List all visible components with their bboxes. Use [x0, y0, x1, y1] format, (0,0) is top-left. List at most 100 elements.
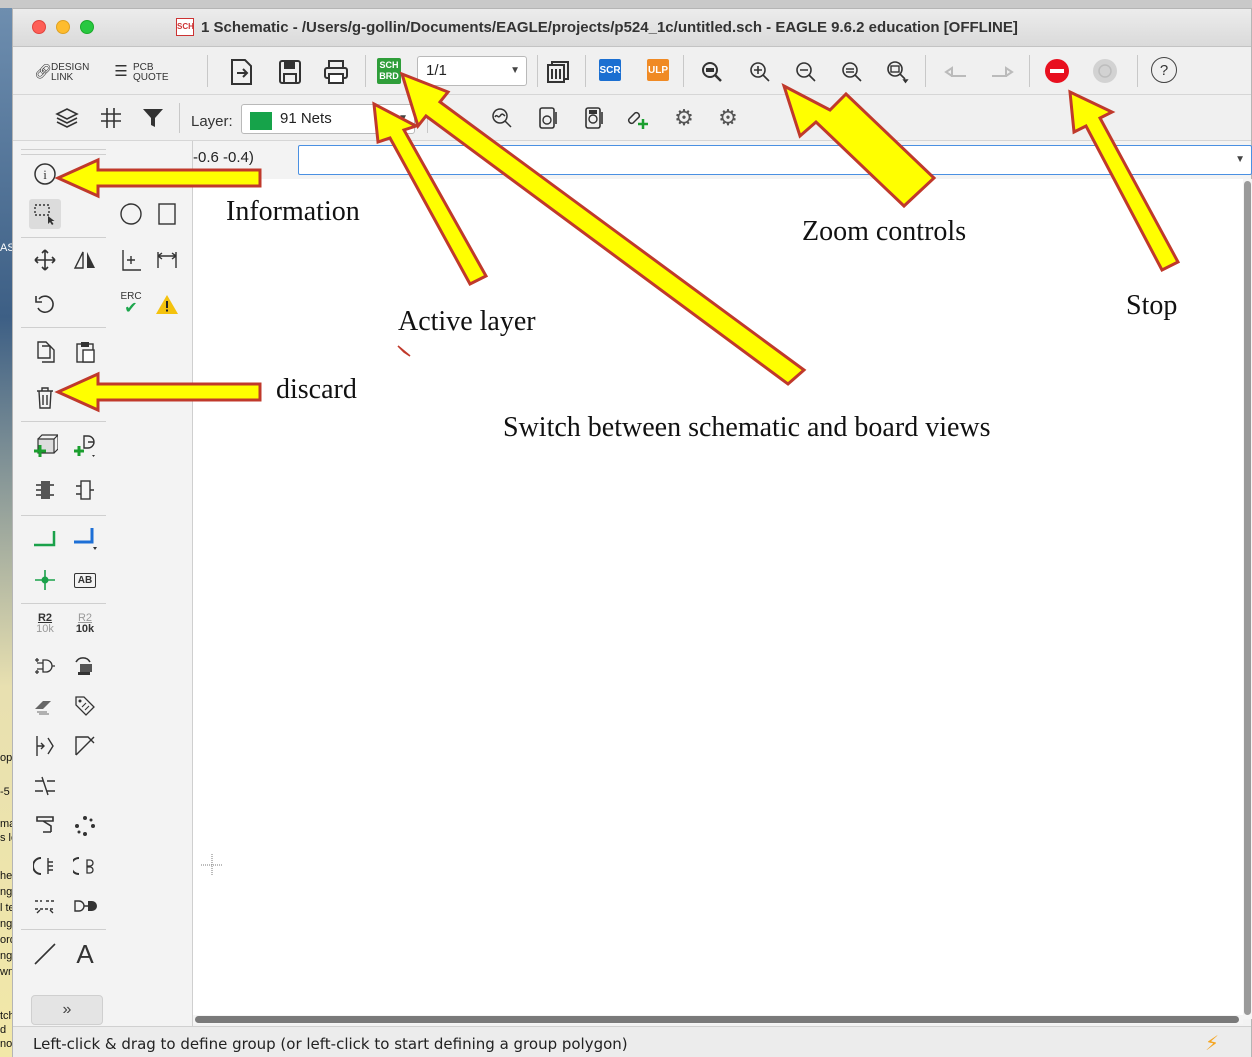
- rotate-icon[interactable]: [29, 289, 61, 319]
- probe-settings-icon[interactable]: [579, 103, 609, 133]
- main-toolbar: 🔗︎ DESIGN LINK ☰ PCB QUOTE SCH BRD 1/1 ▼…: [13, 47, 1251, 95]
- erc-button[interactable]: ERC ✔: [115, 289, 147, 319]
- desktop-background: [0, 0, 12, 1057]
- probe-icon[interactable]: [533, 103, 563, 133]
- lightning-icon[interactable]: ⚡︎: [1205, 1031, 1219, 1056]
- toolbar-separator: [1029, 55, 1030, 87]
- open-icon[interactable]: [225, 55, 259, 89]
- smash-icon[interactable]: [69, 651, 101, 681]
- sheet-select-value: 1/1: [426, 62, 447, 79]
- design-link-button[interactable]: DESIGN LINK: [51, 63, 89, 83]
- move-icon[interactable]: [29, 245, 61, 275]
- help-button[interactable]: ?: [1151, 57, 1177, 83]
- warning-icon[interactable]: [151, 289, 183, 319]
- parameter-toolbar: Layer: 91 Nets ▼ ⚙ ⚙: [13, 95, 1251, 141]
- split-icon[interactable]: [29, 771, 61, 801]
- gate-swap-icon[interactable]: [69, 851, 101, 881]
- pin-swap-icon[interactable]: [29, 651, 61, 681]
- check-icon: ✔: [124, 300, 138, 317]
- pcb-quote-button[interactable]: PCB QUOTE: [133, 63, 169, 83]
- vertical-scrollbar[interactable]: [1243, 179, 1252, 1019]
- junction-icon[interactable]: [29, 565, 61, 595]
- sheet-select[interactable]: 1/1 ▼: [417, 56, 527, 86]
- script-button[interactable]: SCR: [599, 59, 621, 81]
- layer-select[interactable]: 91 Nets ▼: [241, 104, 415, 134]
- zoom-out-icon[interactable]: [789, 55, 823, 89]
- title-bar[interactable]: SCH 1 Schematic - /Users/g-gollin/Docume…: [13, 9, 1251, 47]
- attribute-icon[interactable]: [29, 691, 61, 721]
- zoom-window-button[interactable]: [80, 20, 94, 34]
- ripup-icon[interactable]: [29, 891, 61, 921]
- simulate-icon[interactable]: [487, 103, 517, 133]
- grid-icon[interactable]: [95, 103, 127, 133]
- go-icon[interactable]: [1091, 57, 1119, 85]
- schematic-canvas[interactable]: [193, 179, 1243, 1022]
- layer-select-value: 91 Nets: [280, 110, 332, 127]
- optimize-icon[interactable]: [29, 811, 61, 841]
- value-tool-button[interactable]: R2 10k: [69, 609, 101, 639]
- group-select-icon[interactable]: [29, 199, 61, 229]
- label-tool-button[interactable]: AB: [69, 565, 101, 595]
- info-icon[interactable]: i: [29, 159, 61, 189]
- name-tool-button[interactable]: R2 10k: [29, 609, 61, 639]
- horizontal-scroll-thumb[interactable]: [195, 1016, 1239, 1023]
- chevron-down-icon: ▼: [510, 65, 520, 76]
- mirror-icon[interactable]: [69, 245, 101, 275]
- lock-swap-icon[interactable]: [29, 851, 61, 881]
- settings-gear-alt-icon[interactable]: ⚙: [713, 103, 743, 133]
- circle-tool-icon[interactable]: [115, 199, 147, 229]
- copy-icon[interactable]: [29, 337, 61, 367]
- horizontal-scrollbar[interactable]: [193, 1015, 1243, 1024]
- toolbar-separator: [365, 55, 366, 87]
- undo-icon[interactable]: [939, 55, 973, 89]
- delete-trash-icon[interactable]: [29, 383, 61, 413]
- tool-palette: i ERC ✔ AB R2 10k R2 10k A »: [13, 141, 193, 1057]
- palette-separator: [21, 237, 106, 238]
- paste-icon[interactable]: [69, 337, 101, 367]
- route-airwire-icon[interactable]: [69, 811, 101, 841]
- save-icon[interactable]: [273, 55, 307, 89]
- invoke-icon[interactable]: [69, 475, 101, 505]
- expand-palette-button[interactable]: »: [31, 995, 103, 1025]
- gateswap-icon[interactable]: [29, 731, 61, 761]
- window-title: 1 Schematic - /Users/g-gollin/Documents/…: [201, 19, 1018, 36]
- command-line-input[interactable]: ▼: [298, 145, 1252, 175]
- line-tool-icon[interactable]: [29, 939, 61, 969]
- settings-gear-icon[interactable]: ⚙: [669, 103, 699, 133]
- ulp-button[interactable]: ULP: [647, 59, 669, 81]
- miter-icon[interactable]: [69, 731, 101, 761]
- text-tool-button[interactable]: A: [69, 939, 101, 969]
- replace-icon[interactable]: [29, 475, 61, 505]
- palette-separator: [21, 149, 106, 150]
- zoom-select-icon[interactable]: [881, 55, 915, 89]
- vertical-scroll-thumb[interactable]: [1244, 181, 1251, 1015]
- rectangle-tool-icon[interactable]: [151, 199, 183, 229]
- redo-icon[interactable]: [985, 55, 1019, 89]
- minimize-window-button[interactable]: [56, 20, 70, 34]
- wire-icon[interactable]: [29, 523, 61, 553]
- dimension-icon[interactable]: [151, 245, 183, 275]
- zoom-redraw-icon[interactable]: [835, 55, 869, 89]
- switch-label-sch: SCH: [379, 60, 399, 70]
- filter-icon[interactable]: [137, 103, 169, 133]
- add-part-icon[interactable]: [29, 431, 61, 461]
- tag-icon[interactable]: [69, 691, 101, 721]
- annotation-information: Information: [226, 196, 360, 227]
- annotation-switch-views: Switch between schematic and board views: [503, 412, 991, 443]
- zoom-fit-icon[interactable]: [695, 55, 729, 89]
- stop-icon[interactable]: [1043, 57, 1071, 85]
- add-gate-icon[interactable]: [69, 431, 101, 461]
- switch-schematic-board-button[interactable]: SCH BRD: [375, 57, 403, 85]
- library-icon[interactable]: [541, 55, 575, 89]
- toolbar-separator: [537, 55, 538, 87]
- mark-origin-icon[interactable]: [115, 245, 147, 275]
- eagle-window: SCH 1 Schematic - /Users/g-gollin/Docume…: [12, 8, 1252, 1057]
- close-window-button[interactable]: [32, 20, 46, 34]
- layer-settings-icon[interactable]: [51, 103, 83, 133]
- print-icon[interactable]: [319, 55, 353, 89]
- add-link-icon[interactable]: [623, 103, 653, 133]
- desktop-background-top: [0, 0, 1252, 8]
- bus-icon[interactable]: [69, 523, 101, 553]
- zoom-in-icon[interactable]: [743, 55, 777, 89]
- connect-icon[interactable]: [69, 891, 101, 921]
